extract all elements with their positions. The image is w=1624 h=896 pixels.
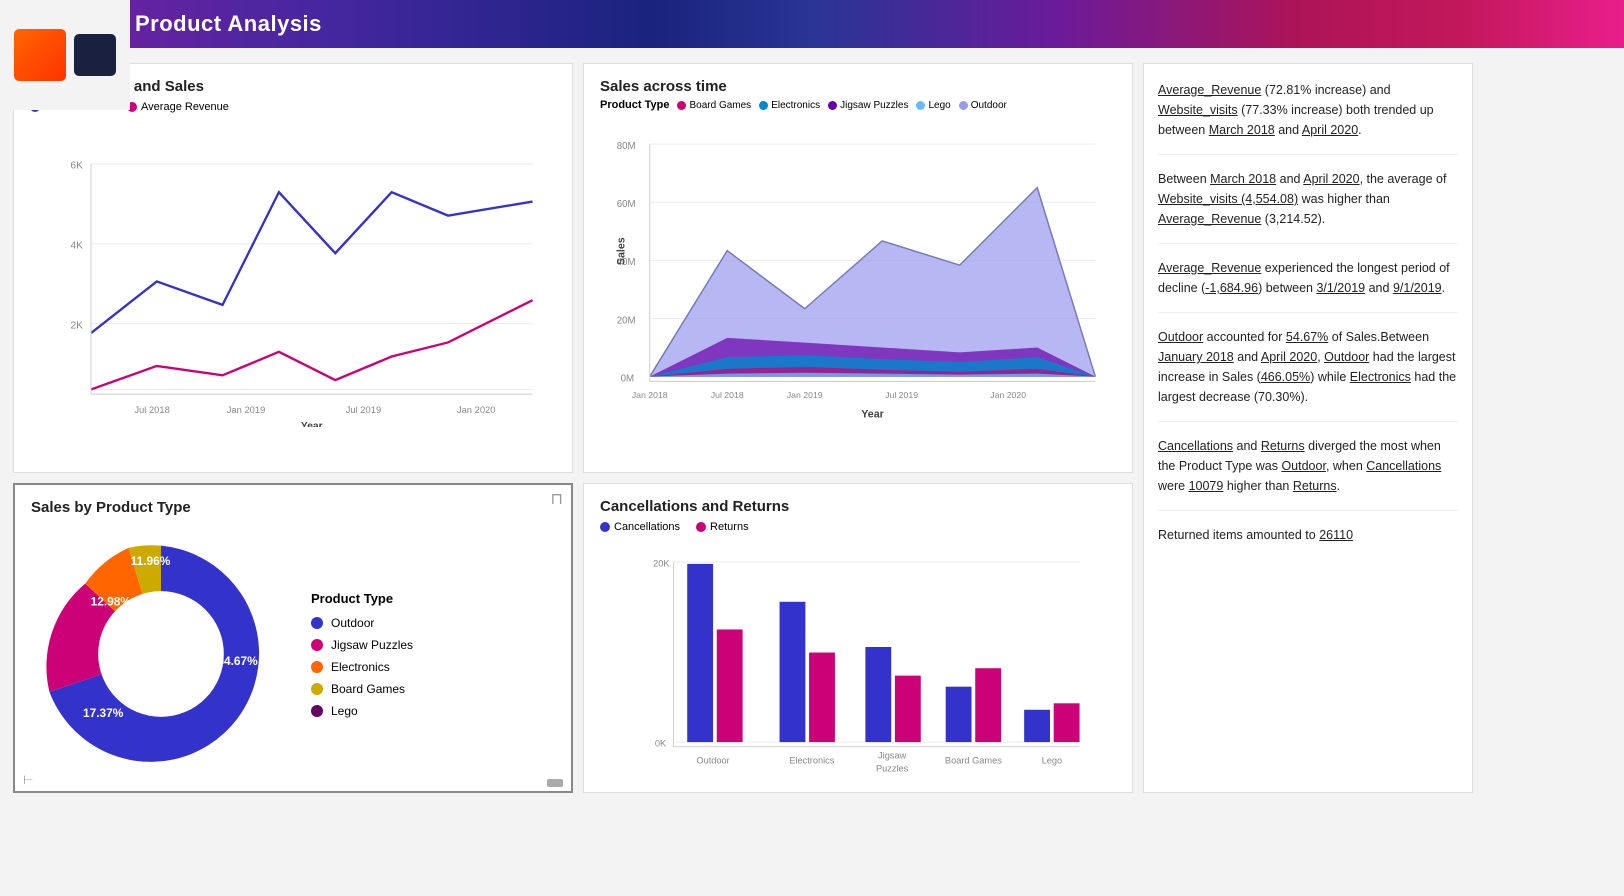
- svg-text:20M: 20M: [617, 315, 636, 326]
- svg-text:Jul 2018: Jul 2018: [134, 404, 169, 415]
- svg-text:Jan 2019: Jan 2019: [227, 404, 266, 415]
- sales-by-product-panel: Sales by Product Type 54.67% 17.37% 12.9…: [13, 483, 573, 793]
- svg-text:17.37%: 17.37%: [83, 706, 124, 720]
- legend-avg-revenue: Average Revenue: [141, 101, 229, 113]
- insight-2: Between March 2018 and April 2020, the a…: [1158, 169, 1458, 244]
- svg-text:Board Games: Board Games: [945, 755, 1002, 765]
- svg-text:Jan 2020: Jan 2020: [990, 390, 1026, 400]
- svg-text:Puzzles: Puzzles: [876, 764, 909, 774]
- sales-across-time-title: Sales across time: [600, 78, 1116, 95]
- svg-text:Jan 2018: Jan 2018: [632, 390, 668, 400]
- svg-text:4K: 4K: [70, 241, 83, 252]
- svg-text:Sales: Sales: [616, 237, 628, 265]
- svg-text:2K: 2K: [70, 320, 83, 331]
- insights-panel: Average_Revenue (72.81% increase) and We…: [1143, 63, 1473, 793]
- logo-square-orange: [14, 29, 66, 81]
- svg-text:80M: 80M: [617, 141, 636, 152]
- sales-across-time-panel: Sales across time Product Type Board Gam…: [583, 63, 1133, 473]
- insight-4: Outdoor accounted for 54.67% of Sales.Be…: [1158, 327, 1458, 422]
- sales-across-time-chart: 80M 60M 40M 20M 0M Jan 2018 Jul: [600, 115, 1116, 425]
- cancellations-chart: 20K 0K Outdoor Electronics Jig: [600, 539, 1116, 779]
- svg-text:Electronics: Electronics: [789, 755, 834, 765]
- sales-by-product-title: Sales by Product Type: [31, 499, 555, 516]
- svg-text:11.96%: 11.96%: [131, 554, 171, 568]
- svg-text:6K: 6K: [70, 161, 83, 172]
- website-visits-chart: 6K 4K 2K Jul 2018 Jan 2019 Jul 2019 Jan …: [30, 117, 556, 427]
- svg-text:0M: 0M: [621, 373, 634, 384]
- donut-legend: Product Type Outdoor Jigsaw Puzzles Elec…: [311, 591, 413, 718]
- donut-chart: 54.67% 17.37% 12.98% 11.96%: [31, 524, 291, 784]
- insight-6: Returned items amounted to 26110: [1158, 525, 1458, 545]
- logo-area: [0, 0, 130, 110]
- insight-1: Average_Revenue (72.81% increase) and We…: [1158, 80, 1458, 155]
- svg-text:20K: 20K: [653, 559, 670, 569]
- insight-3: Average_Revenue experienced the longest …: [1158, 258, 1458, 313]
- svg-text:Jigsaw: Jigsaw: [878, 751, 907, 761]
- svg-text:Jul 2018: Jul 2018: [711, 390, 744, 400]
- svg-text:Year: Year: [301, 421, 323, 427]
- svg-text:Jan 2019: Jan 2019: [787, 390, 823, 400]
- svg-text:Outdoor: Outdoor: [696, 755, 729, 765]
- website-visits-panel: Website visits and Sales Website visits …: [13, 63, 573, 473]
- svg-text:Lego: Lego: [1042, 755, 1063, 765]
- svg-text:Year: Year: [861, 408, 884, 420]
- cancellations-returns-title: Cancellations and Returns: [600, 498, 1116, 515]
- svg-text:12.98%: 12.98%: [91, 594, 132, 608]
- logo-square-dark: [74, 34, 116, 76]
- svg-text:Product Type: Product Type: [844, 778, 908, 779]
- svg-text:Jul 2019: Jul 2019: [885, 390, 918, 400]
- insight-5: Cancellations and Returns diverged the m…: [1158, 436, 1458, 511]
- svg-text:Jul 2019: Jul 2019: [346, 404, 381, 415]
- svg-text:54.67%: 54.67%: [217, 654, 258, 668]
- header-title: Product Analysis: [135, 11, 322, 37]
- svg-text:60M: 60M: [617, 199, 636, 210]
- svg-text:Jan 2020: Jan 2020: [457, 404, 496, 415]
- cancellations-returns-panel: Cancellations and Returns Cancellations …: [583, 483, 1133, 793]
- svg-text:0K: 0K: [655, 739, 667, 749]
- product-type-label: Product Type: [600, 99, 669, 111]
